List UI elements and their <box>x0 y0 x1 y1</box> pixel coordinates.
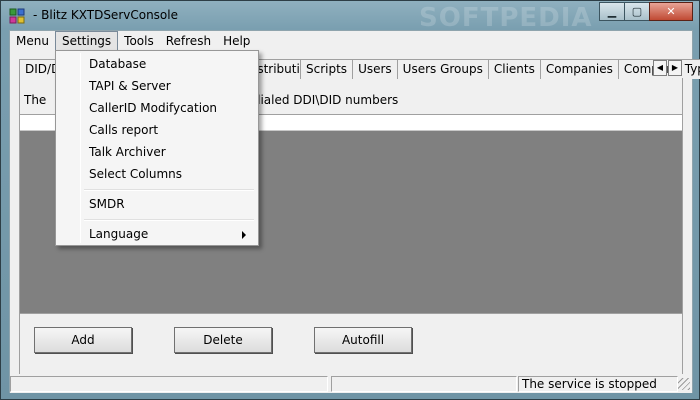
title-bar[interactable]: - Blitz KXTDServConsole SOFTPEDIA ▁ ▢ ✕ <box>1 1 699 33</box>
delete-button[interactable]: Delete <box>174 327 272 353</box>
menu-item-smdr[interactable]: SMDR <box>58 193 256 215</box>
resize-grip-icon[interactable] <box>678 378 690 390</box>
menu-item-tapi-server[interactable]: TAPI & Server <box>58 75 256 97</box>
menu-separator <box>84 189 254 191</box>
menu-menu[interactable]: Menu <box>10 31 55 51</box>
settings-dropdown-menu: Database TAPI & Server CallerID Modifyca… <box>55 50 259 246</box>
close-button[interactable]: ✕ <box>649 2 693 21</box>
minimize-button[interactable]: ▁ <box>599 2 625 21</box>
menu-separator <box>84 219 254 221</box>
tab-scroll-left-button[interactable]: ◀ <box>653 60 667 76</box>
menu-item-select-columns[interactable]: Select Columns <box>58 163 256 185</box>
caption-buttons: ▁ ▢ ✕ <box>599 2 693 21</box>
app-icon <box>9 8 25 24</box>
menu-refresh[interactable]: Refresh <box>160 31 217 51</box>
menu-tools[interactable]: Tools <box>118 31 160 51</box>
menu-item-database[interactable]: Database <box>58 53 256 75</box>
menu-item-talk-archiver[interactable]: Talk Archiver <box>58 141 256 163</box>
menu-item-language-label: Language <box>89 227 149 241</box>
watermark: SOFTPEDIA <box>419 3 593 33</box>
tab-users[interactable]: Users <box>352 59 398 79</box>
window-title: - Blitz KXTDServConsole <box>33 8 178 22</box>
autofill-button[interactable]: Autofill <box>314 327 412 353</box>
menu-item-callerid-modification[interactable]: CallerID Modifycation <box>58 97 256 119</box>
add-button[interactable]: Add <box>34 327 132 353</box>
menu-help[interactable]: Help <box>217 31 256 51</box>
tab-did[interactable]: DID/D <box>19 59 60 79</box>
tab-scroll-right-button[interactable]: ▶ <box>668 60 682 76</box>
tab-clients[interactable]: Clients <box>487 59 541 79</box>
menu-settings[interactable]: Settings <box>54 31 119 51</box>
menu-item-calls-report[interactable]: Calls report <box>58 119 256 141</box>
menu-item-language[interactable]: Language <box>58 223 256 245</box>
maximize-button[interactable]: ▢ <box>624 2 650 21</box>
tab-users-groups[interactable]: Users Groups <box>396 59 489 79</box>
status-pane-empty-1 <box>10 376 328 392</box>
info-text-start: The <box>24 93 47 107</box>
menu-bar: Menu Settings Tools Refresh Help <box>10 31 692 51</box>
tab-scripts[interactable]: Scripts <box>300 59 354 79</box>
submenu-arrow-icon <box>242 231 246 239</box>
status-pane-empty-2 <box>331 376 517 392</box>
status-text: The service is stopped <box>518 376 678 392</box>
tab-companies[interactable]: Companies <box>539 59 619 79</box>
status-bar: The service is stopped <box>10 374 692 393</box>
